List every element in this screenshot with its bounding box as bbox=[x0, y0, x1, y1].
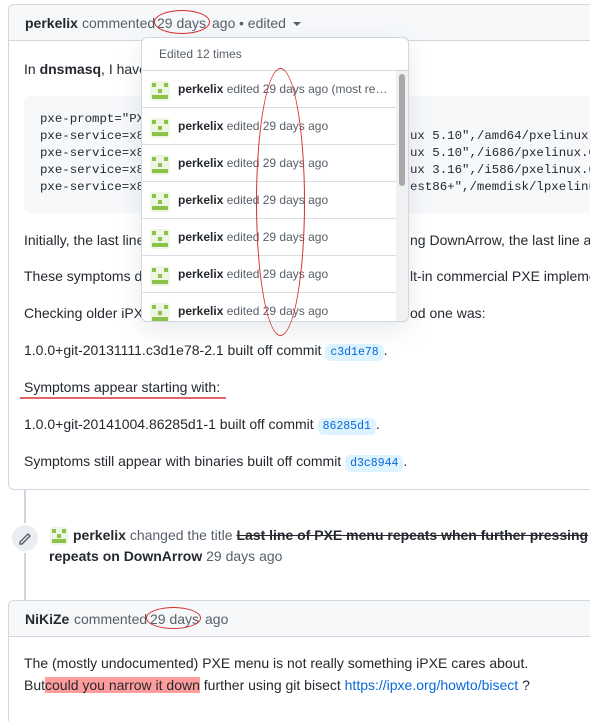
commented-label: commented bbox=[82, 15, 156, 31]
intro-bold: dnsmasq bbox=[39, 61, 102, 77]
event-timestamp[interactable]: 29 days ago bbox=[206, 548, 282, 564]
event-action: changed the title bbox=[129, 527, 233, 543]
title-change-event: perkelix changed the title Last line of … bbox=[73, 525, 588, 545]
comment2-line2: Butcould you narrow it down further usin… bbox=[24, 675, 530, 695]
version-good-line: 1.0.0+git-20131111.c3d1e78-2.1 built off… bbox=[24, 340, 388, 363]
annotation-underline bbox=[20, 397, 226, 399]
annotation-circle-timestamp bbox=[154, 10, 210, 34]
para-initially-left: Initially, the last line bbox=[24, 232, 145, 248]
commit-link-good[interactable]: c3d1e78 bbox=[325, 344, 384, 361]
code-line-5-tail: est86+",/memdisk/lpxelinu bbox=[410, 180, 590, 194]
identicon-avatar bbox=[150, 229, 170, 249]
pencil-icon bbox=[19, 533, 31, 545]
edit-history-header: Edited 12 times bbox=[142, 38, 408, 71]
comment2-line1: The (mostly undocumented) PXE menu is no… bbox=[24, 655, 529, 671]
comment-header: NiKiZe commented 29 days ago bbox=[9, 601, 590, 637]
period: . bbox=[375, 416, 380, 432]
code-line-4-tail: ux 3.16",/i586/pxelinux.0 bbox=[410, 163, 590, 177]
comment-header: perkelix commented 29 days ago • edited bbox=[9, 5, 590, 41]
identicon-avatar[interactable] bbox=[50, 527, 68, 545]
para-checking-left: Checking older iPX bbox=[24, 305, 144, 321]
period: . bbox=[403, 453, 408, 469]
para-checking-right: od one was: bbox=[410, 305, 486, 321]
identicon-avatar bbox=[150, 118, 170, 138]
identicon-avatar bbox=[150, 192, 170, 212]
code-line-3-tail: ux 5.10",/i686/pxelinux.0 bbox=[410, 146, 590, 160]
bisect-link[interactable]: https://ipxe.org/howto/bisect bbox=[345, 677, 519, 693]
event-badge bbox=[10, 523, 40, 553]
dropdown-scrollbar[interactable] bbox=[396, 71, 408, 321]
commit-link-bad[interactable]: 86285d1 bbox=[317, 418, 376, 435]
para-symptoms-left: These symptoms d bbox=[24, 268, 143, 284]
code-line-3: pxe-service=x8 bbox=[40, 146, 145, 160]
edited-history-button[interactable]: • edited bbox=[239, 15, 286, 31]
code-line-2-tail: ux 5.10",/amd64/pxelinux.0 bbox=[410, 129, 590, 143]
ago-label: ago bbox=[205, 611, 229, 627]
identicon-avatar bbox=[150, 155, 170, 175]
ago-label: ago bbox=[212, 15, 236, 31]
version-bad-text: 1.0.0+git-20141004.86285d1-1 built off c… bbox=[24, 416, 314, 432]
identicon-avatar bbox=[150, 303, 170, 321]
caret-down-icon[interactable] bbox=[293, 22, 301, 26]
intro-paragraph: In dnsmasq, I have bbox=[24, 59, 147, 79]
code-line-2: pxe-service=x8 bbox=[40, 129, 145, 143]
comment-author[interactable]: NiKiZe bbox=[25, 611, 69, 627]
title-change-event-line2: repeats on DownArrow 29 days ago bbox=[49, 546, 282, 566]
period: . bbox=[383, 342, 388, 358]
event-author[interactable]: perkelix bbox=[73, 527, 126, 543]
annotation-circle-edits bbox=[256, 68, 305, 336]
code-line-1: pxe-prompt="PXE bbox=[40, 112, 152, 126]
still-text: Symptoms still appear with binaries buil… bbox=[24, 453, 342, 469]
edit-history-title: Edited 12 times bbox=[159, 47, 242, 61]
code-line-4: pxe-service=x8 bbox=[40, 163, 145, 177]
still-line: Symptoms still appear with binaries buil… bbox=[24, 451, 407, 474]
comment-author[interactable]: perkelix bbox=[25, 15, 78, 31]
commit-link-still[interactable]: d3c8944 bbox=[345, 455, 404, 472]
annotation-circle-timestamp-2 bbox=[146, 607, 201, 629]
identicon-avatar bbox=[150, 81, 170, 101]
para-symptoms-right: lt-in commercial PXE impleme bbox=[410, 268, 590, 284]
scrollbar-thumb[interactable] bbox=[399, 74, 405, 186]
highlighted-text: could you narrow it down bbox=[45, 677, 200, 693]
line2-end: ? bbox=[522, 677, 530, 693]
symptoms-heading: Symptoms appear starting with: bbox=[24, 379, 221, 395]
para-initially-right: ng DownArrow, the last line ap bbox=[410, 232, 590, 248]
identicon-avatar bbox=[150, 266, 170, 286]
code-line-5: pxe-service=x8 bbox=[40, 180, 145, 194]
intro-prefix: In bbox=[24, 61, 36, 77]
line2-prefix: But bbox=[24, 677, 46, 693]
old-title: Last line of PXE menu repeats when furth… bbox=[236, 527, 589, 543]
commented-label: commented bbox=[74, 611, 148, 627]
line2-mid: further using git bisect bbox=[203, 677, 341, 693]
new-title: repeats on DownArrow bbox=[49, 548, 203, 564]
version-bad-line: 1.0.0+git-20141004.86285d1-1 built off c… bbox=[24, 414, 380, 437]
version-good-text: 1.0.0+git-20131111.c3d1e78-2.1 built off… bbox=[24, 342, 322, 358]
